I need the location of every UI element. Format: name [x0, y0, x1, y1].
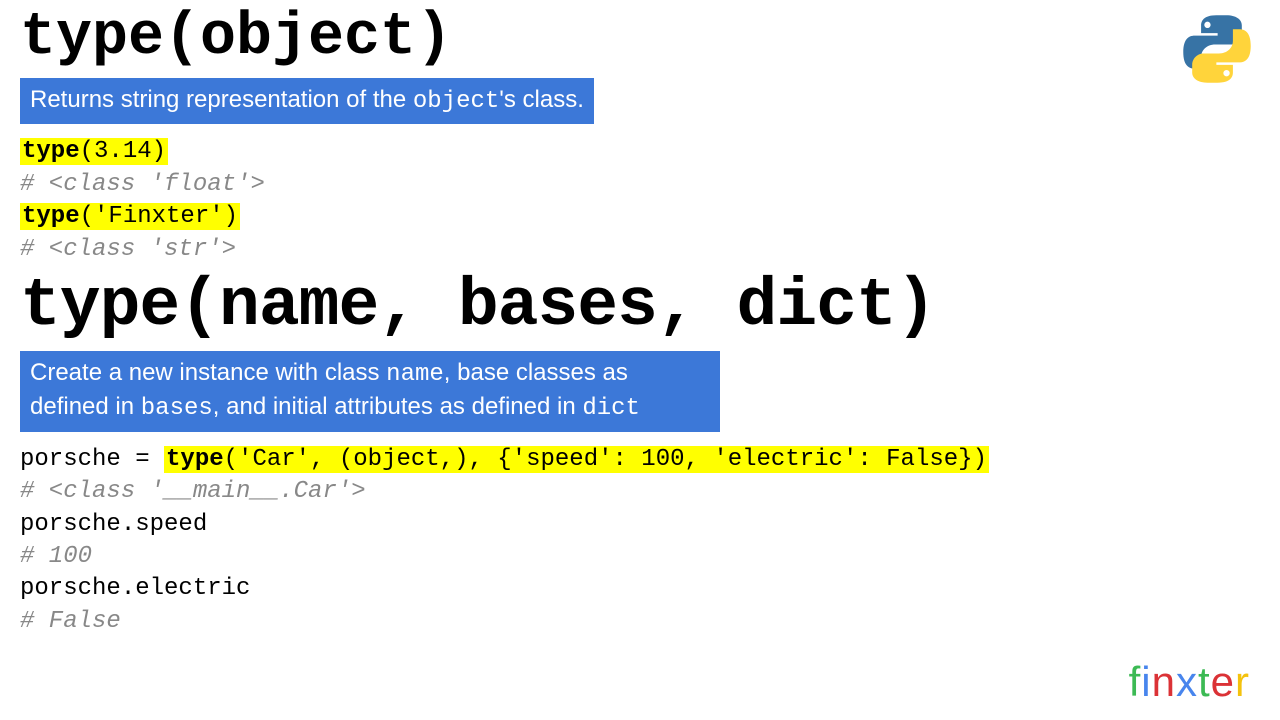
finxter-f: f	[1129, 658, 1142, 706]
slide: type(object) Returns string representati…	[0, 0, 1280, 720]
code2-line3: porsche.electric	[20, 573, 1260, 605]
code1-rest1: (3.14)	[80, 138, 166, 165]
code1-comment1: # <class 'float'>	[20, 169, 1260, 201]
code-block-2: porsche = type('Car', (object,), {'speed…	[20, 444, 1260, 638]
desc2-c3: dict	[582, 395, 640, 422]
finxter-logo: finxter	[1129, 658, 1250, 706]
code2-line2: porsche.speed	[20, 509, 1260, 541]
finxter-n: n	[1152, 658, 1176, 706]
code1-rest2: ('Finxter')	[80, 203, 238, 230]
code2-func1: type	[166, 446, 224, 473]
code2-pre1: porsche =	[20, 446, 164, 473]
desc1-pre: Returns string representation of the	[30, 86, 413, 113]
desc2-mid2: , and initial attributes as defined in	[213, 393, 583, 420]
code1-comment2: # <class 'str'>	[20, 234, 1260, 266]
finxter-r: r	[1235, 658, 1250, 706]
code2-comment1: # <class '__main__.Car'>	[20, 476, 1260, 508]
finxter-t: t	[1198, 658, 1211, 706]
python-logo-icon	[1182, 14, 1252, 84]
code2-rest1: ('Car', (object,), {'speed': 100, 'elect…	[224, 446, 987, 473]
finxter-e: e	[1211, 658, 1235, 706]
desc1-code: object	[413, 88, 499, 115]
code2-comment2: # 100	[20, 541, 1260, 573]
finxter-x: x	[1176, 658, 1198, 706]
desc2-c1: name	[386, 361, 444, 388]
code1-func2: type	[22, 203, 80, 230]
heading-type-object: type(object)	[20, 4, 1260, 72]
code-block-1: type(3.14) # <class 'float'> type('Finxt…	[20, 136, 1260, 266]
desc1-post: 's class.	[499, 86, 584, 113]
description-type-object: Returns string representation of the obj…	[20, 78, 594, 124]
desc2-c2: bases	[141, 395, 213, 422]
code2-comment3: # False	[20, 606, 1260, 638]
desc2-pre: Create a new instance with class	[30, 359, 386, 386]
description-type-name-bases-dict: Create a new instance with class name, b…	[20, 351, 720, 432]
heading-type-name-bases-dict: type(name, bases, dict)	[20, 268, 1260, 345]
code1-func1: type	[22, 138, 80, 165]
finxter-i: i	[1141, 658, 1151, 706]
